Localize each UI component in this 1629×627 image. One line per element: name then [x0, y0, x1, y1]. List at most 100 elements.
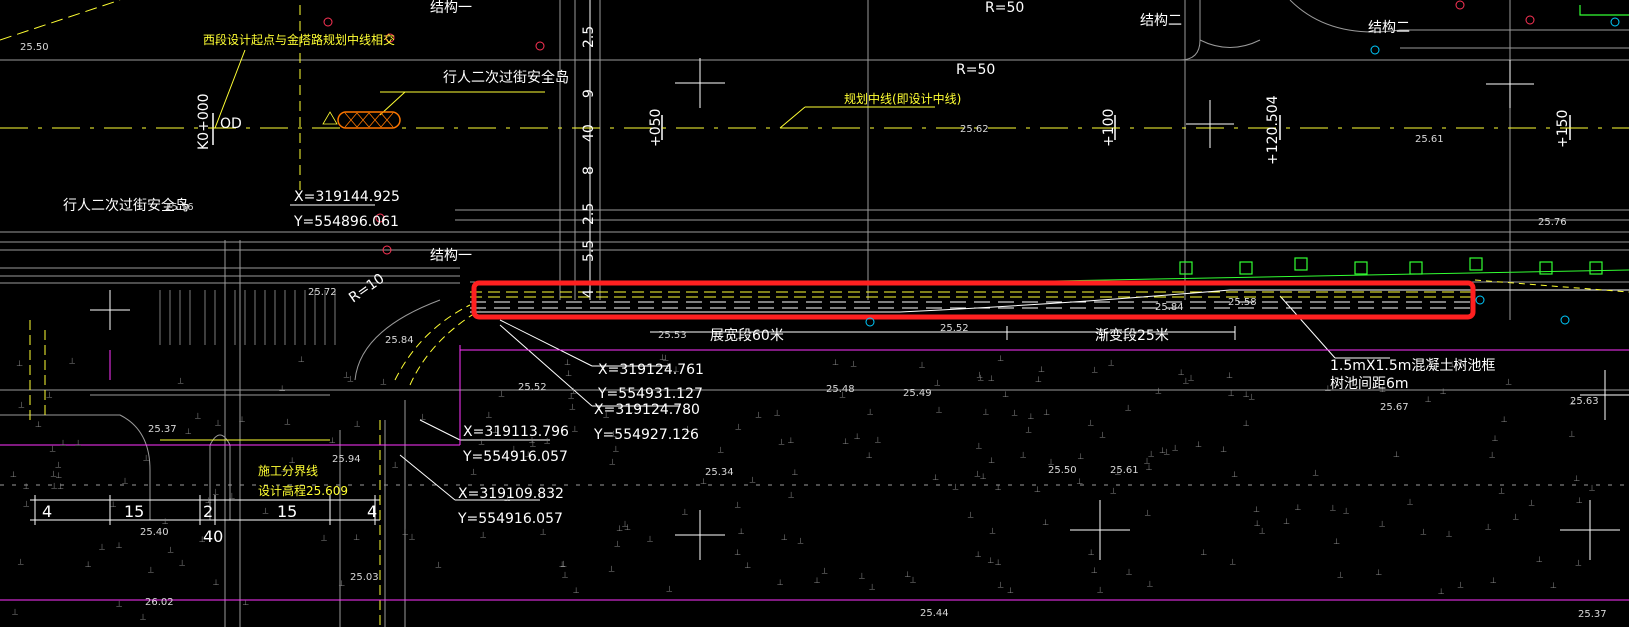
elev-o: 25.63 [1570, 396, 1599, 407]
grass-symbol: ⊥ [1091, 566, 1098, 575]
grass-symbol: ⊥ [1489, 451, 1496, 460]
grass-symbol: ⊥ [1528, 499, 1535, 508]
structure-label-3: 结构一 [430, 248, 472, 264]
grass-symbol: ⊥ [12, 607, 19, 616]
elev-n: 25.37 [1578, 609, 1607, 620]
pedestrian-island [322, 111, 401, 129]
grass-symbol: ⊥ [700, 477, 707, 486]
grass-symbol: ⊥ [987, 556, 994, 565]
grass-symbol: ⊥ [1425, 395, 1432, 404]
grass-symbol: ⊥ [16, 359, 23, 368]
grass-symbol: ⊥ [1011, 409, 1018, 418]
grass-symbol: ⊥ [1110, 486, 1117, 495]
grass-symbol: ⊥ [1195, 440, 1202, 449]
grass-symbol: ⊥ [1172, 443, 1179, 452]
grass-symbol: ⊥ [682, 508, 689, 517]
dim-15-a: 15 [124, 502, 144, 521]
transition-section-label: 渐变段25米 [1095, 328, 1169, 344]
grass-symbol: ⊥ [50, 469, 57, 478]
structure-label-4: 结构二 [1368, 20, 1410, 36]
coord-x1: X=319144.925 [294, 189, 400, 205]
grass-symbol: ⊥ [57, 482, 64, 491]
grass-symbol: ⊥ [1440, 387, 1447, 396]
elev-m: 25.44 [920, 608, 949, 619]
grass-symbol: ⊥ [988, 456, 995, 465]
grass-symbol: ⊥ [179, 559, 186, 568]
grass-symbol: ⊥ [1034, 485, 1041, 494]
grass-symbol: ⊥ [23, 482, 30, 491]
grass-symbol: ⊥ [854, 432, 861, 441]
coord-x2: X=319124.761 [598, 362, 704, 378]
elev-t: 25.56 [165, 202, 194, 213]
elev-j: 25.40 [140, 527, 169, 538]
grass-symbol: ⊥ [867, 408, 874, 417]
elev-d: 25.53 [658, 330, 687, 341]
grass-symbol: ⊥ [1492, 434, 1499, 443]
grass-symbol: ⊥ [976, 442, 983, 451]
grass-symbol: ⊥ [353, 533, 360, 542]
grass-symbol: ⊥ [1043, 408, 1050, 417]
grass-symbol: ⊥ [1569, 429, 1576, 438]
grass-symbol: ⊥ [995, 558, 1002, 567]
grass-symbol: ⊥ [1407, 497, 1414, 506]
grass-symbol: ⊥ [1178, 368, 1185, 377]
grass-symbol: ⊥ [788, 491, 795, 500]
grass-symbol: ⊥ [932, 473, 939, 482]
grass-symbol: ⊥ [99, 542, 106, 551]
elev-w: 25.62 [960, 124, 989, 135]
grass-symbol: ⊥ [778, 438, 785, 447]
grass-symbol: ⊥ [570, 386, 577, 395]
grass-symbol: ⊥ [1505, 378, 1512, 387]
elev-e: 25.52 [940, 323, 969, 334]
grass-symbol: ⊥ [562, 571, 569, 580]
crosswalk-hatch [159, 290, 336, 345]
grass-symbol: ⊥ [1025, 426, 1032, 435]
grass-symbol: ⊥ [298, 355, 305, 364]
grass-symbol: ⊥ [1007, 586, 1014, 595]
grass-symbol: ⊥ [1097, 586, 1104, 595]
grass-symbol: ⊥ [1337, 570, 1344, 579]
grass-symbol: ⊥ [755, 410, 762, 419]
dim-4-v: 4 [581, 289, 597, 298]
grass-symbol: ⊥ [1254, 519, 1261, 528]
grass-symbol: ⊥ [1226, 371, 1233, 380]
grass-symbol: ⊥ [734, 501, 741, 510]
elev-z: 25.61 [1415, 134, 1444, 145]
grass-symbol: ⊥ [904, 570, 911, 579]
cad-drawing-canvas[interactable]: ⊥ ⊥ ⊥ ⊥ ⊥ ⊥ ⊥ ⊥ ⊥ ⊥ ⊥ ⊥ ⊥ ⊥ ⊥ ⊥ ⊥ ⊥ ⊥ ⊥ ⊥ ⊥ ⊥ ⊥ ⊥ ⊥ ⊥ ⊥ ⊥ ⊥ ⊥ ⊥ ⊥ ⊥ ⊥ ⊥ ⊥ ⊥ ⊥ ⊥… [0, 0, 1629, 627]
elev-u: 25.76 [1538, 217, 1567, 228]
elev-a: 25.50 [20, 42, 49, 53]
dim-40-top: 40 [581, 124, 597, 142]
grass-symbol: ⊥ [869, 583, 876, 592]
grass-symbol: ⊥ [614, 539, 621, 548]
grass-symbol: ⊥ [821, 566, 828, 575]
grass-symbol: ⊥ [1576, 496, 1583, 505]
grass-symbol: ⊥ [777, 578, 784, 587]
grass-symbol: ⊥ [850, 360, 857, 369]
station-120: +120.504 [1265, 95, 1281, 165]
grass-symbol: ⊥ [975, 550, 982, 559]
grass-symbol: ⊥ [613, 445, 620, 454]
station-k0: K0+000 [196, 93, 212, 150]
grass-symbol: ⊥ [1457, 581, 1464, 590]
grass-symbol: ⊥ [788, 436, 795, 445]
grass-symbol: ⊥ [470, 468, 477, 477]
station-100: +100 [1101, 109, 1117, 147]
grass-symbol: ⊥ [122, 476, 129, 485]
grass-symbol: ⊥ [480, 531, 487, 540]
grass-symbol: ⊥ [284, 418, 291, 427]
elev-r: 25.50 [1048, 465, 1077, 476]
grass-symbol: ⊥ [666, 585, 673, 594]
turn-lane-markings [470, 269, 1629, 313]
grass-symbol: ⊥ [1088, 548, 1095, 557]
grass-symbol: ⊥ [967, 511, 974, 520]
grass-symbol: ⊥ [983, 408, 990, 417]
grass-symbol: ⊥ [744, 561, 751, 570]
grass-symbol: ⊥ [1343, 506, 1350, 515]
grass-symbol: ⊥ [69, 356, 76, 365]
grass-symbol: ⊥ [1147, 580, 1154, 589]
coord-y1: Y=554896.061 [293, 214, 399, 230]
grass-symbol: ⊥ [995, 483, 1002, 492]
grass-symbol: ⊥ [10, 470, 17, 479]
coord-y2: Y=554931.127 [597, 386, 703, 402]
